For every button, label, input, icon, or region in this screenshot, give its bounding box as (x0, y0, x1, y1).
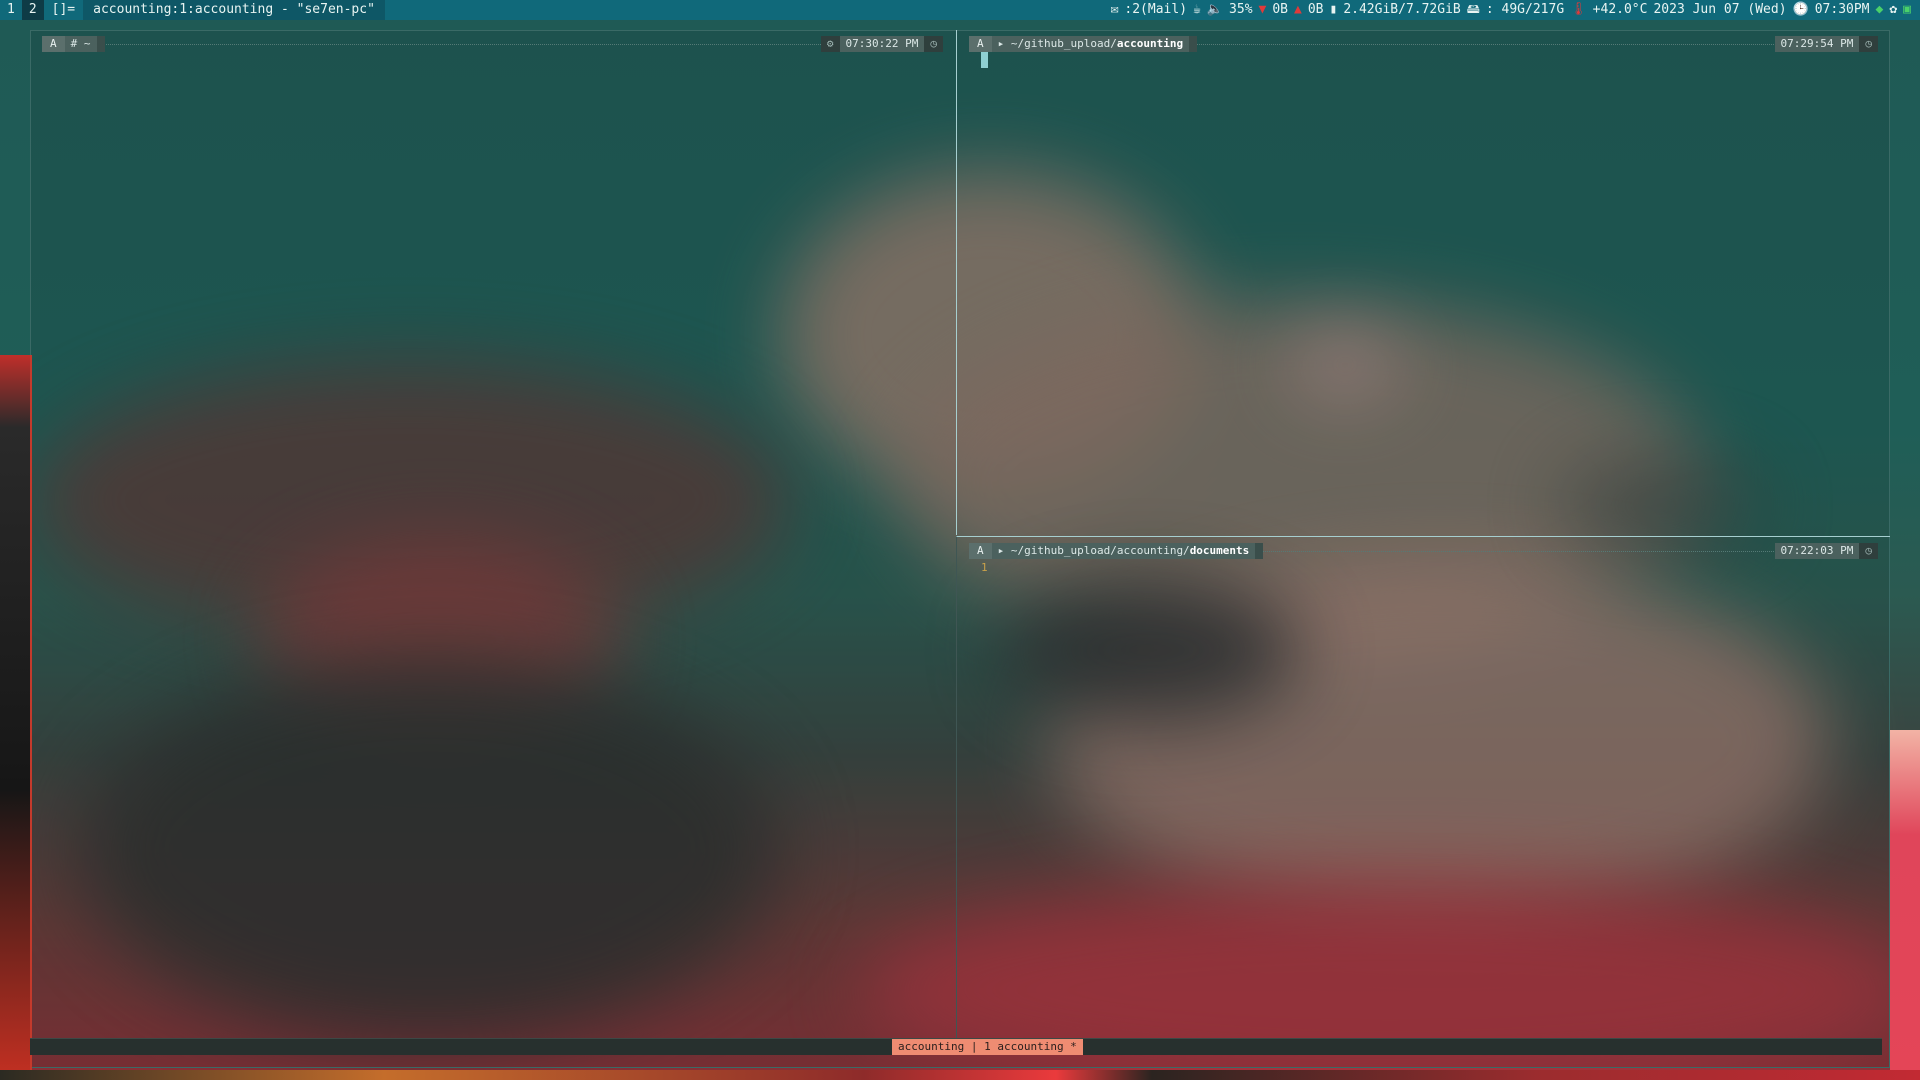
current-directory: # ~ (64, 36, 97, 52)
tray-icon[interactable]: ◆ (1873, 0, 1887, 20)
date: 2023 Jun 07 (Wed) (1653, 2, 1787, 17)
prompt-time: 07:22:03 PM (1774, 543, 1860, 559)
clock-icon: ◷ (924, 36, 943, 52)
prompt-bar: A ▸ ~/github_upload/accounting 07:29:54 … (969, 36, 1878, 52)
tray-icon-3[interactable]: ▣ (1900, 0, 1914, 20)
volume-icon: 🔈 (1206, 2, 1224, 17)
terminal-pane-bottom-right[interactable]: A ▸ ~/github_upload/accounting/documents… (956, 536, 1890, 1040)
current-directory: ▸ ~/github_upload/accounting/documents (991, 543, 1256, 559)
tmux-status-bar: accounting | 1 accounting * (30, 1038, 1882, 1055)
line-number: 1 (981, 561, 988, 574)
net-down: 0B (1272, 2, 1289, 17)
prompt-time: 07:29:54 PM (1774, 36, 1860, 52)
thermometer-icon: 🌡 (1570, 2, 1587, 17)
prompt-bar: A # ~ ⚙ 07:30:22 PM ◷ (42, 36, 943, 52)
terminal-pane-top-right[interactable]: A ▸ ~/github_upload/accounting 07:29:54 … (956, 30, 1890, 535)
terminal-cursor (981, 52, 988, 68)
status-area: ✉ :2(Mail) ☕ 🔈 35% ▼ 0B ▲ 0B ▮ 2.42GiB/7… (1108, 0, 1920, 20)
mail-status[interactable]: :2(Mail) (1121, 0, 1190, 20)
download-icon: ▼ (1258, 2, 1267, 17)
layout-indicator[interactable]: []= (44, 0, 83, 20)
disk-icon: 🖴 (1466, 2, 1480, 17)
clock-icon: 🕒 (1792, 2, 1809, 17)
disk-usage: : 49G/217G (1485, 2, 1565, 17)
terminal-pane-left[interactable]: A # ~ ⚙ 07:30:22 PM ◷ (30, 30, 955, 1040)
prompt-time: 07:30:22 PM (839, 36, 925, 52)
folder-icon: ▸ (997, 37, 1011, 50)
clock-icon: ◷ (1859, 543, 1878, 559)
os-icon: A (42, 36, 65, 52)
tag-1[interactable]: 1 (0, 0, 22, 20)
os-icon: A (969, 36, 992, 52)
net-up: 0B (1307, 2, 1324, 17)
tray-icon-2[interactable]: ✿ (1886, 0, 1900, 20)
clock-icon: ◷ (1859, 36, 1878, 52)
mail-icon: ✉ (1110, 2, 1119, 17)
folder-icon: ▸ (997, 544, 1011, 557)
settings-icon: ⚙ (820, 36, 840, 52)
memory-icon: ▮ (1329, 2, 1338, 17)
upload-icon: ▲ (1294, 2, 1302, 17)
memory-usage: 2.42GiB/7.72GiB (1343, 2, 1461, 17)
coffee-icon: ☕ (1193, 2, 1201, 17)
current-directory: ▸ ~/github_upload/accounting (991, 36, 1190, 52)
top-bar: 1 2 []= accounting:1:accounting - "se7en… (0, 0, 1920, 20)
window-title: accounting:1:accounting - "se7en-pc" (83, 0, 385, 20)
volume-level[interactable]: 35% (1226, 0, 1255, 20)
clock[interactable]: 07:30PM (1812, 0, 1873, 20)
tmux-window-tab[interactable]: accounting | 1 accounting * (892, 1039, 1083, 1055)
tag-2[interactable]: 2 (21, 0, 44, 20)
prompt-bar: A ▸ ~/github_upload/accounting/documents… (969, 543, 1878, 559)
os-icon: A (969, 543, 992, 559)
temperature: +42.0°C (1592, 2, 1648, 17)
